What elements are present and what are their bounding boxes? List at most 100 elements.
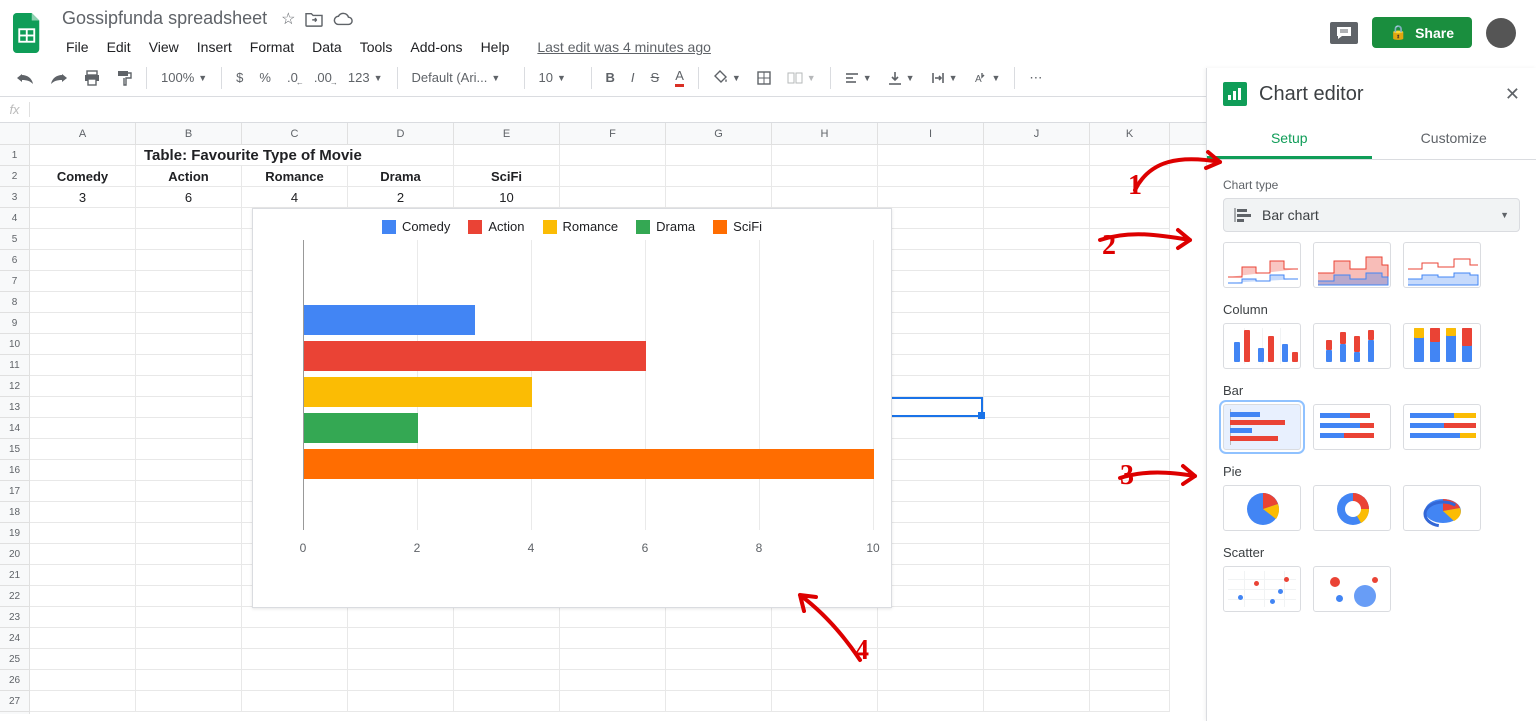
cell[interactable] xyxy=(1090,271,1170,292)
row-header[interactable]: 10 xyxy=(0,334,29,355)
cell[interactable] xyxy=(984,292,1090,313)
cell[interactable] xyxy=(30,523,136,544)
cell[interactable] xyxy=(560,691,666,712)
row-header[interactable]: 13 xyxy=(0,397,29,418)
column-header[interactable]: I xyxy=(878,123,984,144)
cell[interactable] xyxy=(1090,208,1170,229)
embedded-chart[interactable]: ComedyActionRomanceDramaSciFi 0246810 xyxy=(252,208,892,608)
row-header[interactable]: 23 xyxy=(0,607,29,628)
cell[interactable] xyxy=(1090,166,1170,187)
cell[interactable] xyxy=(348,628,454,649)
column-header[interactable]: H xyxy=(772,123,878,144)
move-icon[interactable] xyxy=(305,11,323,27)
comments-button[interactable] xyxy=(1330,22,1358,44)
cell[interactable] xyxy=(1090,418,1170,439)
cell[interactable] xyxy=(772,187,878,208)
italic-button[interactable]: I xyxy=(625,66,641,89)
star-icon[interactable]: ☆ xyxy=(281,9,295,29)
thumb-column-stacked[interactable] xyxy=(1313,323,1391,369)
cell[interactable] xyxy=(878,208,984,229)
cell[interactable] xyxy=(136,481,242,502)
cell[interactable] xyxy=(666,691,772,712)
cell[interactable] xyxy=(136,229,242,250)
cell[interactable] xyxy=(136,586,242,607)
tab-setup[interactable]: Setup xyxy=(1207,120,1372,159)
cell[interactable] xyxy=(878,481,984,502)
row-header[interactable]: 27 xyxy=(0,691,29,712)
cell[interactable] xyxy=(878,670,984,691)
cell[interactable]: 3 xyxy=(30,187,136,208)
cell[interactable] xyxy=(984,376,1090,397)
decrease-decimal[interactable]: .0← xyxy=(281,66,304,89)
thumb-stepped-area-3[interactable] xyxy=(1403,242,1481,288)
cell[interactable] xyxy=(560,649,666,670)
cell[interactable] xyxy=(984,691,1090,712)
row-header[interactable]: 14 xyxy=(0,418,29,439)
cell[interactable] xyxy=(666,670,772,691)
cell[interactable] xyxy=(1090,691,1170,712)
cell[interactable] xyxy=(136,376,242,397)
cell[interactable] xyxy=(1090,145,1170,166)
cell[interactable] xyxy=(1090,607,1170,628)
paint-format-button[interactable] xyxy=(110,66,138,90)
row-header[interactable]: 25 xyxy=(0,649,29,670)
cell[interactable] xyxy=(560,628,666,649)
cell[interactable] xyxy=(136,670,242,691)
row-header[interactable]: 2 xyxy=(0,166,29,187)
menu-file[interactable]: File xyxy=(58,35,97,59)
column-header[interactable]: C xyxy=(242,123,348,144)
row-header[interactable]: 15 xyxy=(0,439,29,460)
cell[interactable]: SciFi xyxy=(454,166,560,187)
cell[interactable] xyxy=(30,691,136,712)
thumb-bar-100[interactable] xyxy=(1403,404,1481,450)
cell[interactable] xyxy=(772,166,878,187)
cell[interactable] xyxy=(454,670,560,691)
column-header[interactable]: F xyxy=(560,123,666,144)
cell[interactable] xyxy=(136,397,242,418)
cell[interactable] xyxy=(878,502,984,523)
print-button[interactable] xyxy=(78,66,106,90)
cell[interactable] xyxy=(136,523,242,544)
cell[interactable] xyxy=(772,145,878,166)
cell[interactable] xyxy=(1090,292,1170,313)
cell[interactable] xyxy=(878,649,984,670)
menu-tools[interactable]: Tools xyxy=(352,35,401,59)
cell[interactable] xyxy=(30,439,136,460)
cell[interactable] xyxy=(1090,313,1170,334)
cell[interactable] xyxy=(1090,397,1170,418)
zoom-select[interactable]: 100%▼ xyxy=(155,66,213,89)
bold-button[interactable]: B xyxy=(600,66,621,89)
cell[interactable] xyxy=(242,649,348,670)
row-header[interactable]: 19 xyxy=(0,523,29,544)
cell[interactable] xyxy=(666,145,772,166)
h-align-button[interactable]: ▼ xyxy=(839,68,878,88)
fill-color-button[interactable]: ▼ xyxy=(707,66,747,90)
menu-data[interactable]: Data xyxy=(304,35,350,59)
thumb-pie-3d[interactable] xyxy=(1403,485,1481,531)
font-select[interactable]: Default (Ari...▼ xyxy=(406,66,516,89)
cell[interactable]: Action xyxy=(136,166,242,187)
cell[interactable] xyxy=(348,691,454,712)
cell[interactable] xyxy=(136,460,242,481)
column-header[interactable]: D xyxy=(348,123,454,144)
cell[interactable] xyxy=(878,292,984,313)
cell[interactable] xyxy=(30,544,136,565)
cell[interactable] xyxy=(984,607,1090,628)
cell[interactable] xyxy=(878,460,984,481)
cell[interactable] xyxy=(1090,649,1170,670)
cell[interactable] xyxy=(348,670,454,691)
cell[interactable] xyxy=(878,250,984,271)
row-header[interactable]: 11 xyxy=(0,355,29,376)
cell[interactable] xyxy=(878,355,984,376)
thumb-column-1[interactable] xyxy=(1223,323,1301,369)
thumb-column-100[interactable] xyxy=(1403,323,1481,369)
cell[interactable] xyxy=(984,187,1090,208)
cell[interactable] xyxy=(984,670,1090,691)
cell[interactable] xyxy=(1090,481,1170,502)
cell[interactable] xyxy=(984,166,1090,187)
cell[interactable]: Table: Favourite Type of Movie xyxy=(136,145,454,166)
cell[interactable] xyxy=(878,271,984,292)
text-color-button[interactable]: A xyxy=(669,64,690,91)
cell[interactable] xyxy=(1090,628,1170,649)
cell[interactable] xyxy=(984,502,1090,523)
